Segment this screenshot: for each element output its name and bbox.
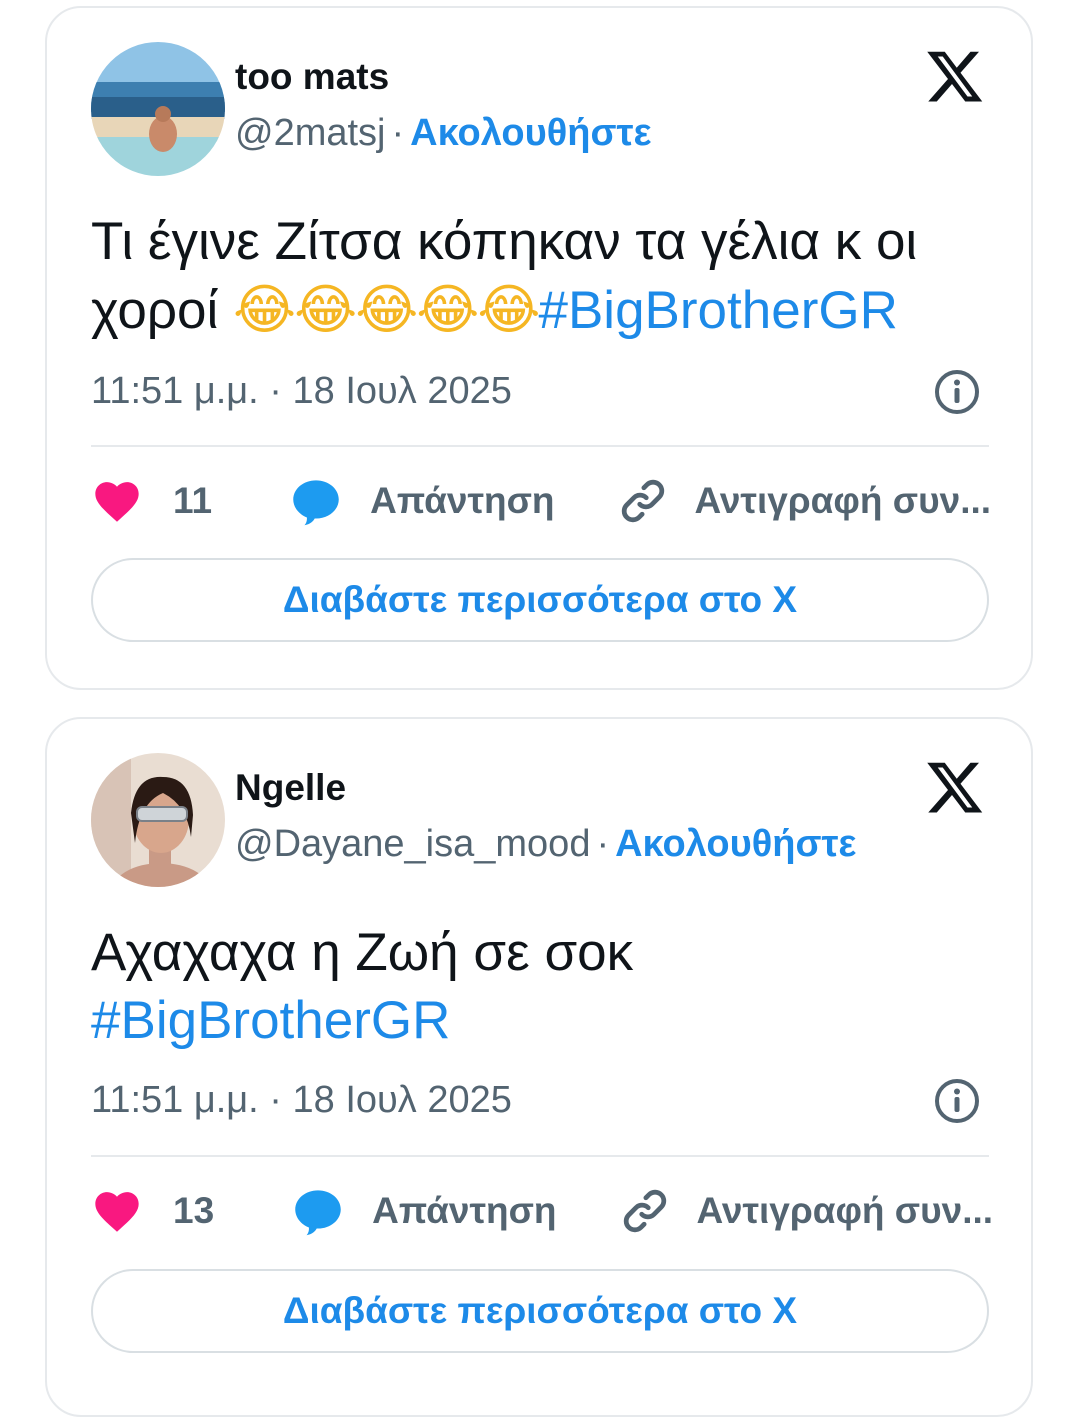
handle-row: @2matsj · Ακολουθήστε xyxy=(235,112,651,155)
info-icon[interactable] xyxy=(933,1077,981,1125)
copy-link-label: Αντιγραφή συν... xyxy=(696,1190,994,1231)
tweet-card: Ngelle @Dayane_isa_mood · Ακολουθήστε Αχαχ… xyxy=(45,717,1033,1417)
reply-button[interactable]: Απάντηση xyxy=(292,1185,557,1237)
reply-label: Απάντηση xyxy=(370,480,555,521)
reply-button[interactable]: Απάντηση xyxy=(290,475,555,527)
copy-link-button[interactable]: Αντιγραφή συν... xyxy=(617,475,992,527)
link-icon xyxy=(621,479,664,523)
avatar[interactable] xyxy=(91,42,225,176)
separator: · xyxy=(596,823,610,865)
handle-row: @Dayane_isa_mood · Ακολουθήστε xyxy=(235,823,856,866)
follow-button[interactable]: Ακολουθήστε xyxy=(410,112,651,154)
divider xyxy=(91,1155,989,1157)
tweet-text: Αχαχαχα η Ζωή σε σοκ #BigBrotherGR xyxy=(91,919,991,1055)
reply-label: Απάντηση xyxy=(372,1190,557,1231)
tweet-card: too mats @2matsj · Ακολουθήστε Τι έγινε Ζί… xyxy=(45,6,1033,690)
hashtag-link[interactable]: #BigBrotherGR xyxy=(538,281,897,340)
speech-bubble-icon xyxy=(293,480,339,526)
like-count: 13 xyxy=(173,1190,215,1231)
avatar[interactable] xyxy=(91,753,225,887)
action-bar: 11 Απάντηση Αντιγραφή συν... xyxy=(91,471,992,531)
like-count: 11 xyxy=(173,480,213,521)
person-photo-avatar xyxy=(91,753,225,887)
display-name[interactable]: Ngelle xyxy=(235,767,346,809)
user-handle[interactable]: @2matsj xyxy=(235,112,386,154)
heart-icon xyxy=(95,1192,139,1232)
tweet-text: Τι έγινε Ζίτσα κόπηκαν τα γέλια κ οι χορ… xyxy=(91,208,991,345)
tweet-body: Αχαχαχα η Ζωή σε σοκ xyxy=(91,923,634,982)
copy-link-button[interactable]: Αντιγραφή συν... xyxy=(619,1185,994,1237)
divider xyxy=(91,445,989,447)
follow-button[interactable]: Ακολουθήστε xyxy=(615,823,856,865)
speech-bubble-icon xyxy=(295,1190,341,1236)
link-icon xyxy=(623,1189,666,1233)
separator: · xyxy=(391,112,405,154)
read-more-button[interactable]: Διαβάστε περισσότερα στο X xyxy=(91,1269,989,1353)
like-button[interactable]: 13 xyxy=(91,1185,214,1237)
timestamp[interactable]: 11:51 μ.μ. · 18 Ιουλ 2025 xyxy=(91,370,791,413)
x-logo-icon[interactable] xyxy=(925,757,985,817)
beach-photo-avatar xyxy=(91,42,225,176)
like-button[interactable]: 11 xyxy=(91,475,212,527)
laughing-emoji-icon: 😂😂😂😂😂 xyxy=(233,278,540,341)
x-logo-icon[interactable] xyxy=(925,46,985,106)
heart-icon xyxy=(95,482,139,522)
copy-link-label: Αντιγραφή συν... xyxy=(694,480,992,521)
display-name[interactable]: too mats xyxy=(235,56,389,98)
action-bar: 13 Απάντηση Αντιγραφή συν... xyxy=(91,1181,993,1241)
user-handle[interactable]: @Dayane_isa_mood xyxy=(235,823,590,865)
timestamp[interactable]: 11:51 μ.μ. · 18 Ιουλ 2025 xyxy=(91,1079,791,1122)
info-icon[interactable] xyxy=(933,368,981,416)
hashtag-link[interactable]: #BigBrotherGR xyxy=(91,991,450,1050)
read-more-button[interactable]: Διαβάστε περισσότερα στο X xyxy=(91,558,989,642)
